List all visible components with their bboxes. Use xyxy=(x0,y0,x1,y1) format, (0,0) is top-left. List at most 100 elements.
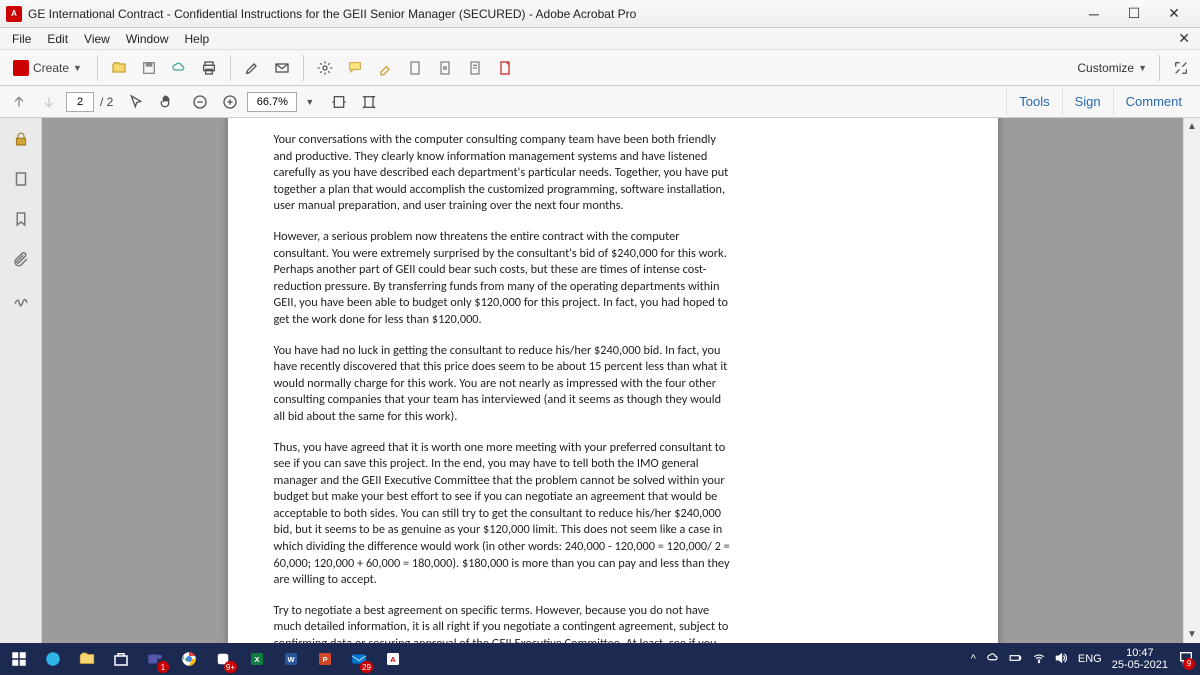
select-tool-button[interactable] xyxy=(123,90,149,114)
tab-tools[interactable]: Tools xyxy=(1006,88,1061,115)
zoom-in-button[interactable] xyxy=(217,90,243,114)
clock[interactable]: 10:47 25-05-2021 xyxy=(1112,647,1168,671)
signature-icon[interactable] xyxy=(8,286,34,312)
cloud-button[interactable] xyxy=(166,56,192,80)
close-document-button[interactable]: ✕ xyxy=(1172,28,1196,49)
window-title: GE International Contract - Confidential… xyxy=(28,7,1074,21)
menu-help[interactable]: Help xyxy=(177,30,218,48)
tray-expand-icon[interactable]: ^ xyxy=(971,653,976,665)
app-icon[interactable]: 9+ xyxy=(210,646,236,672)
chevron-down-icon: ▼ xyxy=(1138,63,1147,73)
teams-icon[interactable]: 1 xyxy=(142,646,168,672)
hand-tool-button[interactable] xyxy=(153,90,179,114)
menu-edit[interactable]: Edit xyxy=(39,30,76,48)
paragraph: You have had no luck in getting the cons… xyxy=(274,343,734,426)
minimize-button[interactable]: ─ xyxy=(1074,3,1114,25)
date-label: 25-05-2021 xyxy=(1112,659,1168,671)
time-label: 10:47 xyxy=(1112,647,1168,659)
vertical-scrollbar[interactable]: ▲ ▼ xyxy=(1183,118,1200,643)
highlight-button[interactable] xyxy=(372,56,398,80)
scroll-down-icon[interactable]: ▼ xyxy=(1184,626,1200,643)
menu-window[interactable]: Window xyxy=(118,30,177,48)
maximize-button[interactable]: ☐ xyxy=(1114,3,1154,25)
email-button[interactable] xyxy=(269,56,295,80)
right-panel-tabs: Tools Sign Comment xyxy=(1006,88,1194,115)
pdf-icon xyxy=(13,60,29,76)
start-button[interactable] xyxy=(6,646,32,672)
tab-comment[interactable]: Comment xyxy=(1113,88,1194,115)
action-center-icon[interactable]: 9 xyxy=(1178,650,1194,669)
menu-view[interactable]: View xyxy=(76,30,118,48)
fit-page-button[interactable] xyxy=(356,90,382,114)
page-number-input[interactable] xyxy=(66,92,94,112)
excel-icon[interactable]: X xyxy=(244,646,270,672)
page-up-button[interactable] xyxy=(6,90,32,114)
toolbar-navigation: / 2 ▼ Tools Sign Comment xyxy=(0,86,1200,118)
badge: 9 xyxy=(1183,658,1195,670)
edge-icon[interactable] xyxy=(40,646,66,672)
attachment-icon[interactable] xyxy=(8,246,34,272)
toolbar-primary: Create ▼ Customize ▼ xyxy=(0,50,1200,86)
create-label: Create xyxy=(33,61,69,75)
svg-text:A: A xyxy=(390,655,396,664)
word-icon[interactable]: W xyxy=(278,646,304,672)
svg-text:W: W xyxy=(287,655,295,664)
settings-button[interactable] xyxy=(312,56,338,80)
page-total-label: / 2 xyxy=(98,95,115,109)
navigation-panel xyxy=(0,118,42,643)
mail-icon[interactable]: 29 xyxy=(346,646,372,672)
chrome-icon[interactable] xyxy=(176,646,202,672)
powerpoint-icon[interactable]: P xyxy=(312,646,338,672)
acrobat-icon[interactable]: A xyxy=(380,646,406,672)
language-indicator[interactable]: ENG xyxy=(1078,653,1102,665)
zoom-dropdown-icon[interactable]: ▼ xyxy=(301,97,318,107)
svg-text:P: P xyxy=(322,655,327,664)
volume-icon[interactable] xyxy=(1054,651,1068,668)
open-button[interactable] xyxy=(106,56,132,80)
lock-icon[interactable] xyxy=(8,126,34,152)
store-icon[interactable] xyxy=(108,646,134,672)
badge: 29 xyxy=(360,661,373,673)
paragraph: However, a serious problem now threatens… xyxy=(274,229,734,329)
bookmark-icon[interactable] xyxy=(8,206,34,232)
doc-tool-3[interactable] xyxy=(462,56,488,80)
doc-tool-2[interactable] xyxy=(432,56,458,80)
system-tray: ^ ENG 10:47 25-05-2021 9 xyxy=(971,647,1194,671)
page-down-button[interactable] xyxy=(36,90,62,114)
close-button[interactable]: ✕ xyxy=(1154,3,1194,25)
titlebar: A GE International Contract - Confidenti… xyxy=(0,0,1200,28)
scroll-up-icon[interactable]: ▲ xyxy=(1184,118,1200,135)
menu-file[interactable]: File xyxy=(4,30,39,48)
window-controls: ─ ☐ ✕ xyxy=(1074,3,1194,25)
paragraph: Try to negotiate a best agreement on spe… xyxy=(274,603,734,643)
battery-icon[interactable] xyxy=(1008,651,1024,668)
doc-tool-1[interactable] xyxy=(402,56,428,80)
menubar: File Edit View Window Help ✕ xyxy=(0,28,1200,50)
expand-button[interactable] xyxy=(1168,56,1194,80)
paragraph: Your conversations with the computer con… xyxy=(274,132,734,215)
print-button[interactable] xyxy=(196,56,222,80)
thumbnails-icon[interactable] xyxy=(8,166,34,192)
save-button[interactable] xyxy=(136,56,162,80)
wifi-icon[interactable] xyxy=(1032,651,1046,668)
svg-text:X: X xyxy=(254,655,259,664)
customize-label: Customize xyxy=(1077,61,1134,75)
windows-taskbar: 1 9+ X W P 29 A ^ ENG 10:47 25-05-2021 9 xyxy=(0,643,1200,675)
explorer-icon[interactable] xyxy=(74,646,100,672)
edit-button[interactable] xyxy=(239,56,265,80)
onedrive-icon[interactable] xyxy=(986,651,1000,668)
create-button[interactable]: Create ▼ xyxy=(6,56,89,80)
badge: 9+ xyxy=(224,661,237,673)
customize-button[interactable]: Customize ▼ xyxy=(1073,61,1151,75)
document-viewport[interactable]: Your conversations with the computer con… xyxy=(42,118,1183,643)
chevron-down-icon: ▼ xyxy=(73,63,82,73)
badge: 1 xyxy=(157,661,169,673)
app-pdf-icon: A xyxy=(6,6,22,22)
zoom-input[interactable] xyxy=(247,92,297,112)
fit-width-button[interactable] xyxy=(326,90,352,114)
zoom-out-button[interactable] xyxy=(187,90,213,114)
workspace: Your conversations with the computer con… xyxy=(0,118,1200,643)
comment-bubble-button[interactable] xyxy=(342,56,368,80)
form-tool-button[interactable] xyxy=(492,56,518,80)
tab-sign[interactable]: Sign xyxy=(1062,88,1113,115)
